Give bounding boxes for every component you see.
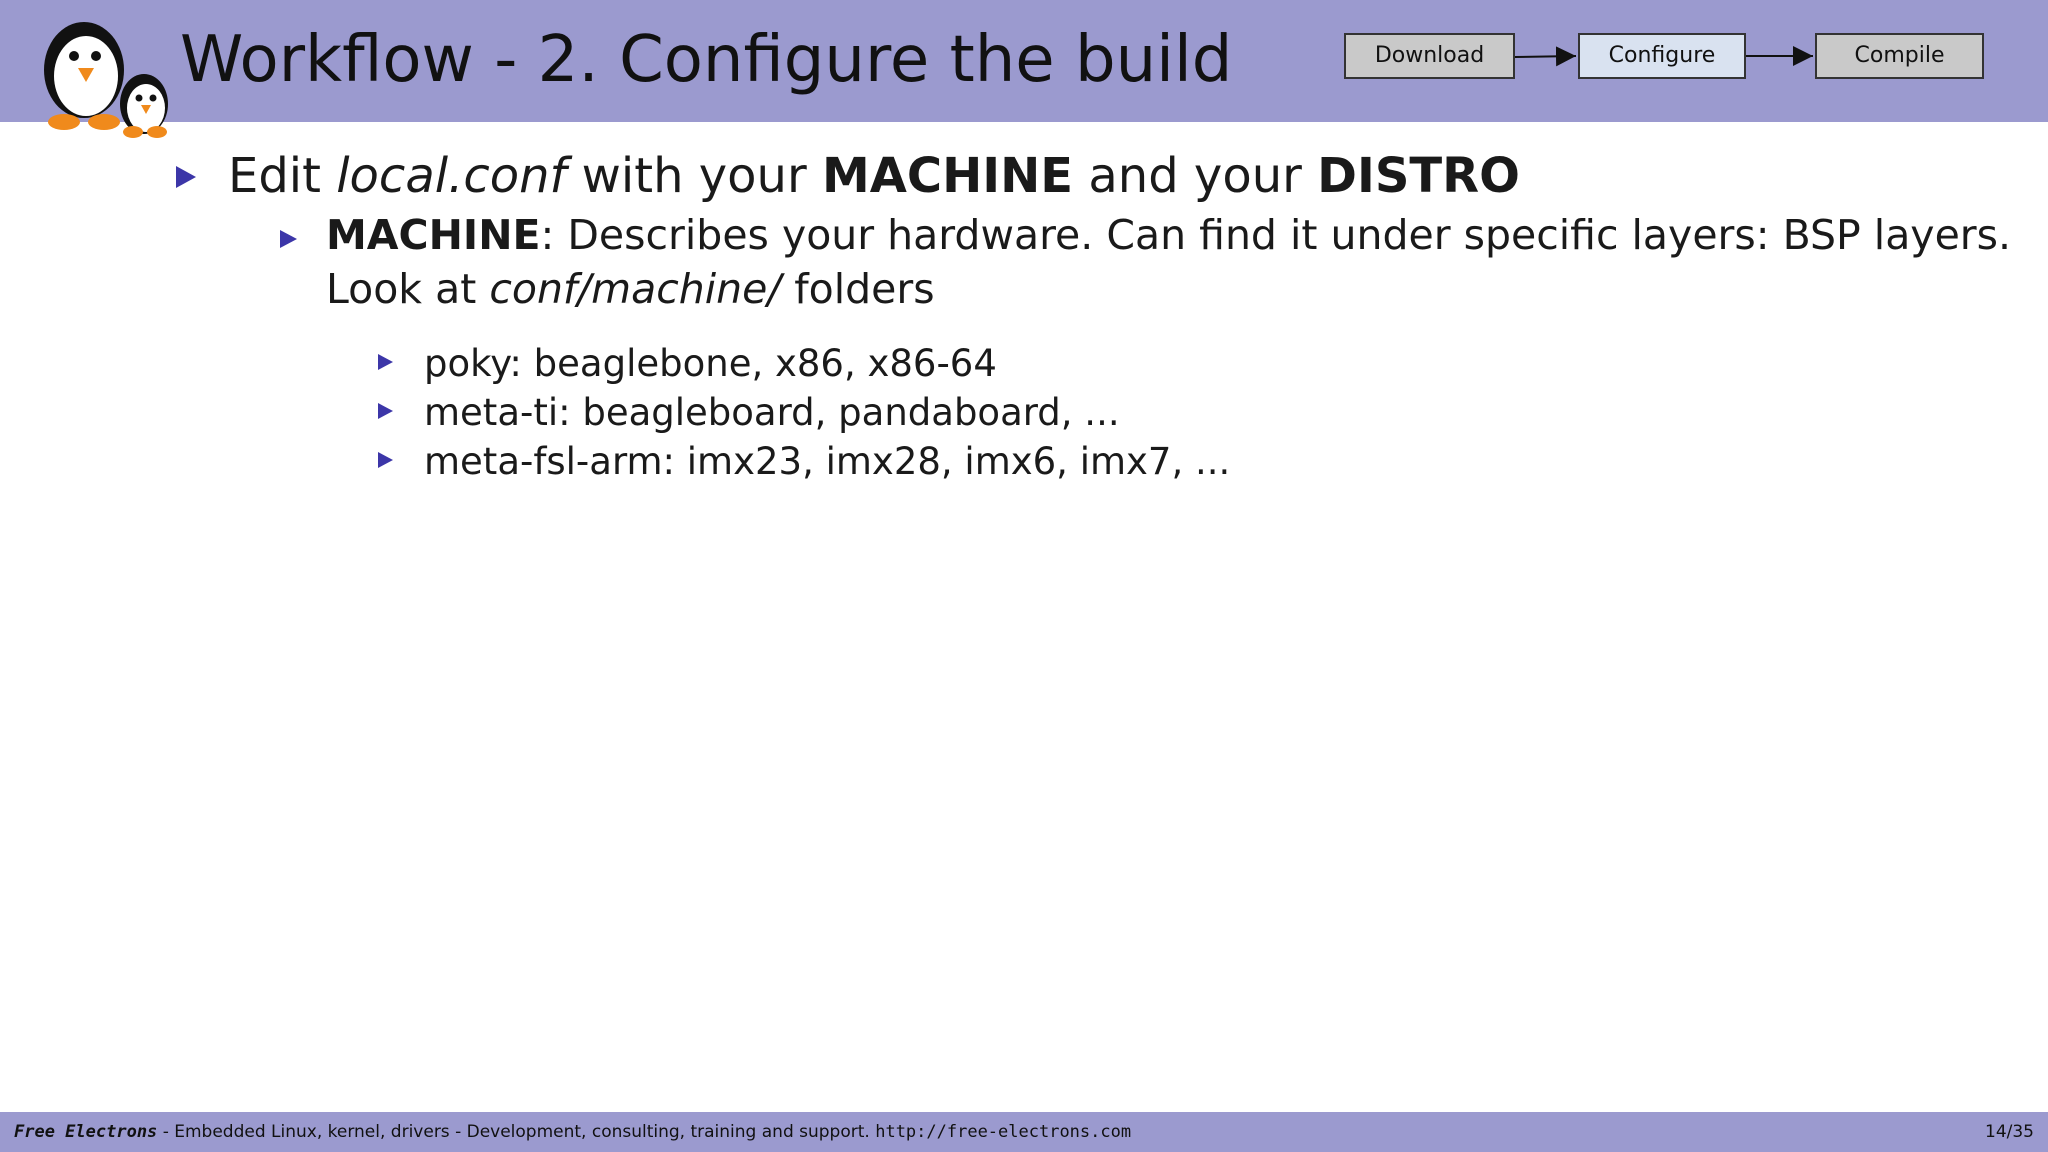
- sub-item-meta-fsl-arm: meta-fsl-arm: imx23, imx28, imx6, imx7, …: [424, 440, 1231, 483]
- conf-machine-folder: conf/machine/: [489, 265, 782, 313]
- bullet-edit-local-conf: Edit local.conf with your MACHINE and yo…: [228, 144, 1520, 208]
- page-number: 14/35: [1985, 1122, 2034, 1142]
- workflow-step-configure: Configure: [1578, 33, 1746, 79]
- footer-tagline: - Embedded Linux, kernel, drivers - Deve…: [157, 1122, 876, 1142]
- machine-keyword: MACHINE: [326, 211, 541, 259]
- local-conf-filename: local.conf: [336, 148, 567, 204]
- sub-item-poky: poky: beaglebone, x86, x86-64: [424, 342, 997, 385]
- workflow-step-download: Download: [1344, 33, 1515, 79]
- bullet-triangle-icon: [378, 403, 393, 419]
- distro-keyword: DISTRO: [1317, 148, 1520, 204]
- text: and your: [1073, 148, 1318, 204]
- footer-text: Free Electrons - Embedded Linux, kernel,…: [14, 1112, 1131, 1152]
- slide-header: Workflow - 2. Configure the build Downlo…: [0, 0, 2048, 138]
- text: with your: [566, 148, 822, 204]
- machine-keyword: MACHINE: [821, 148, 1074, 204]
- arrow-right-icon: [1514, 46, 1577, 67]
- workflow-step-compile: Compile: [1815, 33, 1984, 79]
- bullet-triangle-icon: [378, 452, 393, 468]
- sub-item-meta-ti: meta-ti: beagleboard, pandaboard, ...: [424, 391, 1120, 434]
- text: folders: [781, 265, 935, 313]
- footer-url-link[interactable]: http://free-electrons.com: [875, 1122, 1131, 1142]
- text: Edit: [228, 148, 337, 204]
- bullet-machine-description: MACHINE: Describes your hardware. Can fi…: [326, 208, 2026, 316]
- workflow-diagram: Download Configure Compile: [0, 0, 2048, 122]
- slide-content: Edit local.conf with your MACHINE and yo…: [0, 122, 2048, 1112]
- slide-footer: Free Electrons - Embedded Linux, kernel,…: [0, 1112, 2048, 1152]
- bullet-triangle-icon: [280, 230, 297, 248]
- bullet-triangle-icon: [176, 166, 196, 188]
- footer-brand: Free Electrons: [14, 1122, 158, 1142]
- bullet-triangle-icon: [378, 354, 393, 370]
